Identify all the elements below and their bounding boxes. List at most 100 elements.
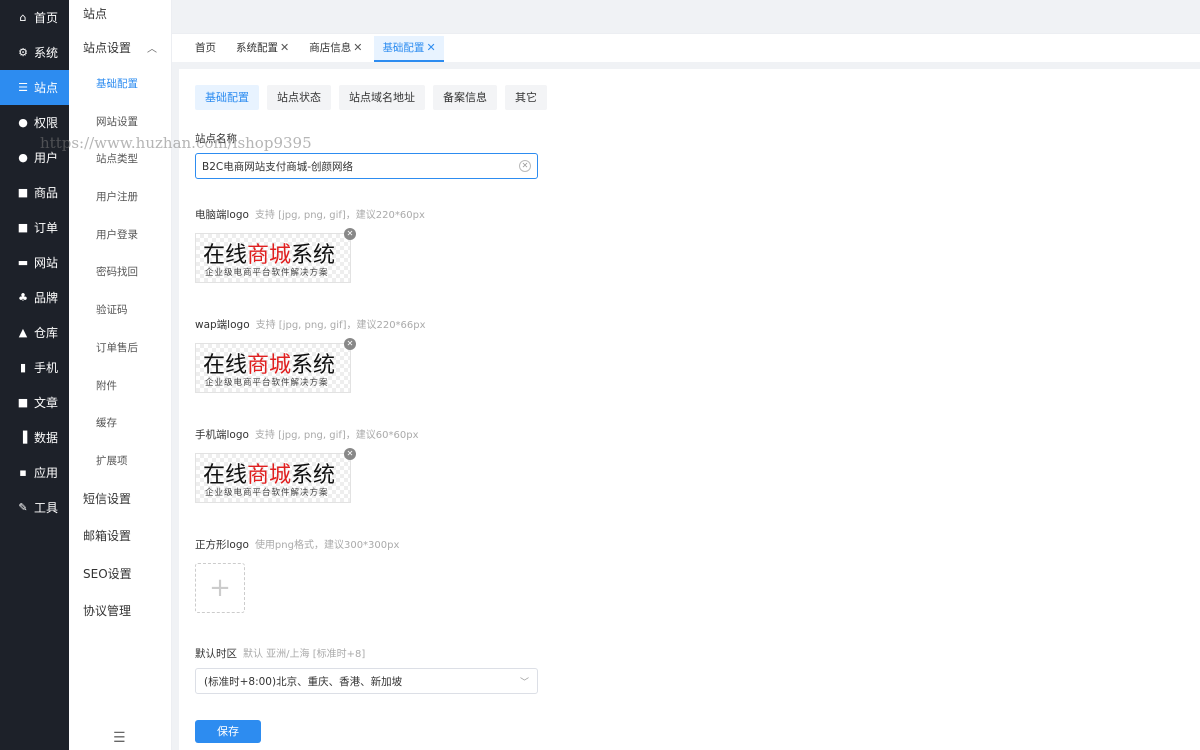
nav-item-8[interactable]: ▬ 网站 xyxy=(0,245,69,280)
box-icon: ■ xyxy=(17,186,29,199)
nav-item-6[interactable]: ■ 商品 xyxy=(0,175,69,210)
article-icon: ■ xyxy=(17,396,29,409)
sidebar-item[interactable]: 附件 xyxy=(69,368,171,406)
order-icon: ■ xyxy=(17,221,29,234)
clear-icon[interactable]: ✕ xyxy=(519,160,531,172)
sidebar-item[interactable]: 订单售后 xyxy=(69,330,171,368)
nav-item-label: 站点 xyxy=(34,81,59,95)
chevron-up-icon: ︿ xyxy=(147,43,157,55)
nav-item-14[interactable]: ▪ 应用 xyxy=(0,455,69,490)
secondary-sidebar: 站点 站点设置 ︿ 基础配置 网站设置 站点类型 用户注册 用户登录 密码找回 验证码 订单售… xyxy=(69,0,172,750)
mobile-logo-image[interactable]: 在线商城系统 企业级电商平台软件解决方案 ✕ xyxy=(195,448,356,503)
brand-icon: ♣ xyxy=(18,291,28,304)
wap-logo-image[interactable]: 在线商城系统 企业级电商平台软件解决方案 ✕ xyxy=(195,338,356,393)
sidebar-group[interactable]: 协议管理 xyxy=(69,593,171,631)
monitor-icon: ▬ xyxy=(17,256,29,269)
square-logo-upload[interactable]: + xyxy=(195,563,245,613)
site-name-value: B2C电商网站支付商城-创颜网络 xyxy=(202,160,354,173)
sidebar-group[interactable]: SEO设置 xyxy=(69,556,171,594)
nav-item-9[interactable]: ♣ 品牌 xyxy=(0,280,69,315)
config-subtab[interactable]: 站点状态 xyxy=(267,85,331,110)
config-subtabs: 基础配置 站点状态 站点域名地址 备案信息 其它 xyxy=(195,85,555,110)
nav-item-1[interactable]: ⌂ 首页 xyxy=(0,0,69,35)
config-subtab[interactable]: 基础配置 xyxy=(195,85,259,110)
wap-logo-label: wap端logo 支持 [jpg, png, gif]，建议220*66px xyxy=(195,319,426,331)
tab-label: 商店信息 xyxy=(309,42,352,54)
timezone-label: 默认时区 默认 亚洲/上海 [标准时+8] xyxy=(195,648,366,660)
nav-item-label: 工具 xyxy=(34,501,59,515)
home-icon: ⌂ xyxy=(19,11,27,24)
sidebar-item[interactable]: 密码找回 xyxy=(69,254,171,292)
sliders-icon: ☰ xyxy=(18,81,28,94)
sidebar-item[interactable]: 用户注册 xyxy=(69,179,171,217)
sidebar-item[interactable]: 网站设置 xyxy=(69,104,171,142)
pc-logo-label: 电脑端logo 支持 [jpg, png, gif]，建议220*60px xyxy=(195,209,425,221)
nav-item-label: 订单 xyxy=(34,221,59,235)
timezone-select[interactable]: (标准时+8:00)北京、重庆、香港、新加坡 ﹀ xyxy=(195,668,538,694)
nav-item-label: 仓库 xyxy=(34,326,59,340)
tab-label: 系统配置 xyxy=(236,42,278,54)
nav-item-label: 数据 xyxy=(34,431,59,445)
nav-item-7[interactable]: ■ 订单 xyxy=(0,210,69,245)
nav-item-11[interactable]: ▮ 手机 xyxy=(0,350,69,385)
config-subtab[interactable]: 其它 xyxy=(505,85,547,110)
logo-tagline: 企业级电商平台软件解决方案 xyxy=(205,488,329,498)
nav-item-12[interactable]: ■ 文章 xyxy=(0,385,69,420)
nav-item-label: 手机 xyxy=(34,361,59,375)
collapse-menu-icon[interactable]: ☰ xyxy=(113,730,126,746)
close-icon[interactable]: ✕ xyxy=(426,41,435,54)
close-icon[interactable]: ✕ xyxy=(280,41,289,54)
nav-item-10[interactable]: ▲ 仓库 xyxy=(0,315,69,350)
page-tab[interactable]: 首页 xyxy=(187,36,224,62)
sidebar-group[interactable]: 邮箱设置 xyxy=(69,518,171,556)
page-tabs: 首页 系统配置 ✕ 商店信息 ✕ 基础配置 ✕ xyxy=(172,33,1200,62)
nav-item-13[interactable]: ▐ 数据 xyxy=(0,420,69,455)
logo-text: 在线商城系统 xyxy=(203,353,336,378)
main-nav: ⌂ 首页 ⚙ 系统 ☰ 站点 ● 权限 ● 用户 ■ 商品 ■ 订单 ▬ 网站 ♣ 品牌 ▲ 仓库 ▮ 手机 ■ 文章 ▐ 数据 ▪… xyxy=(0,0,69,750)
tab-label: 基础配置 xyxy=(382,42,425,54)
config-subtab[interactable]: 站点域名地址 xyxy=(339,85,425,110)
timezone-value: (标准时+8:00)北京、重庆、香港、新加坡 xyxy=(204,675,403,688)
apps-icon: ▪ xyxy=(19,466,27,479)
mobile-logo-label: 手机端logo 支持 [jpg, png, gif]，建议60*60px xyxy=(195,429,419,441)
sidebar-item[interactable]: 验证码 xyxy=(69,292,171,330)
content-panel: 基础配置 站点状态 站点域名地址 备案信息 其它 站点名称 B2C电商网站支付商城-创颜… xyxy=(179,69,1200,750)
logo-tagline: 企业级电商平台软件解决方案 xyxy=(205,268,329,278)
page-tab[interactable]: 商店信息 ✕ xyxy=(301,36,370,62)
logo-text: 在线商城系统 xyxy=(203,243,336,268)
nav-item-label: 应用 xyxy=(34,466,59,480)
remove-icon[interactable]: ✕ xyxy=(344,228,356,240)
warehouse-icon: ▲ xyxy=(18,326,28,339)
plus-icon: + xyxy=(209,573,231,603)
sidebar-group-site-settings[interactable]: 站点设置 ︿ xyxy=(69,28,171,66)
sidebar-group[interactable]: 短信设置 xyxy=(69,481,171,519)
save-button[interactable]: 保存 xyxy=(195,720,261,743)
chart-icon: ▐ xyxy=(18,431,28,444)
nav-item-4[interactable]: ● 权限 xyxy=(0,105,69,140)
nav-item-3[interactable]: ☰ 站点 xyxy=(0,70,69,105)
remove-icon[interactable]: ✕ xyxy=(344,338,356,350)
phone-icon: ▮ xyxy=(19,361,27,374)
sidebar-item[interactable]: 扩展项 xyxy=(69,443,171,481)
nav-item-label: 系统 xyxy=(34,46,59,60)
sidebar-item[interactable]: 基础配置 xyxy=(69,66,171,104)
page-tab[interactable]: 基础配置 ✕ xyxy=(374,36,444,62)
nav-item-2[interactable]: ⚙ 系统 xyxy=(0,35,69,70)
nav-item-label: 首页 xyxy=(34,11,59,25)
page-tab[interactable]: 系统配置 ✕ xyxy=(228,36,297,62)
nav-item-5[interactable]: ● 用户 xyxy=(0,140,69,175)
config-subtab[interactable]: 备案信息 xyxy=(433,85,497,110)
tab-label: 首页 xyxy=(195,42,216,54)
nav-item-15[interactable]: ✎ 工具 xyxy=(0,490,69,525)
remove-icon[interactable]: ✕ xyxy=(344,448,356,460)
site-name-input[interactable]: B2C电商网站支付商城-创颜网络 ✕ xyxy=(195,153,538,179)
sidebar-item[interactable]: 站点类型 xyxy=(69,141,171,179)
chevron-down-icon: ﹀ xyxy=(519,677,529,688)
logo-text: 在线商城系统 xyxy=(203,463,336,488)
pc-logo-image[interactable]: 在线商城系统 企业级电商平台软件解决方案 ✕ xyxy=(195,228,356,283)
sidebar-title: 站点 xyxy=(83,7,108,21)
square-logo-label: 正方形logo 使用png格式，建议300*300px xyxy=(195,539,400,551)
close-icon[interactable]: ✕ xyxy=(353,41,362,54)
sidebar-item[interactable]: 缓存 xyxy=(69,405,171,443)
sidebar-item[interactable]: 用户登录 xyxy=(69,217,171,255)
